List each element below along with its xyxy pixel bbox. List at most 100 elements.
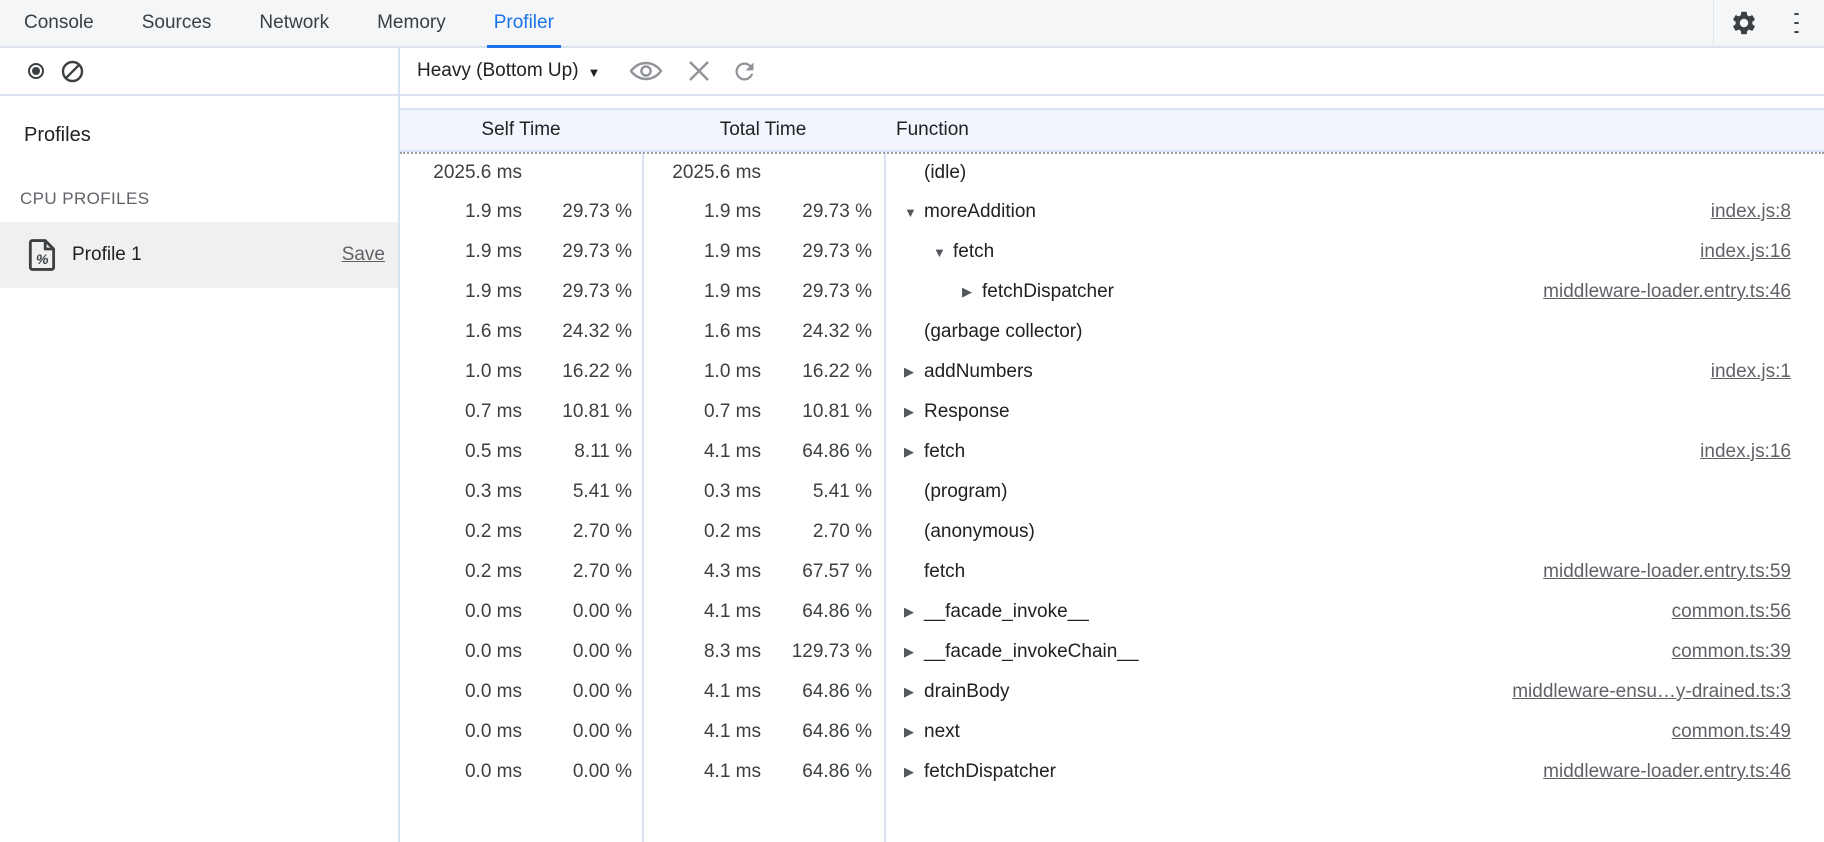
collapse-arrow-icon[interactable]: ▼ [933, 245, 953, 260]
column-header-total-time[interactable]: Total Time [642, 119, 884, 141]
source-location-link[interactable]: index.js:1 [1711, 361, 1824, 383]
function-name: (garbage collector) [924, 321, 1082, 343]
expand-arrow-icon[interactable]: ▶ [904, 684, 924, 700]
profile-row-moreaddition[interactable]: 1.9 ms29.73 %1.9 ms29.73 %▼moreAdditioni… [400, 192, 1824, 232]
self-time-cell: 1.9 ms29.73 % [400, 272, 642, 312]
function-cell: ▶addNumbersindex.js:1 [884, 352, 1824, 392]
function-name: (anonymous) [924, 521, 1035, 543]
source-location-link[interactable]: middleware-ensu…y-drained.ts:3 [1512, 681, 1824, 703]
total-time-cell: 1.9 ms29.73 % [642, 192, 884, 232]
total-time-cell: 4.1 ms64.86 % [642, 432, 884, 472]
panel-tabs: ConsoleSourcesNetworkMemoryProfiler [0, 0, 578, 46]
profile-row-fetchdispatcher[interactable]: 0.0 ms0.00 %4.1 ms64.86 %▶fetchDispatche… [400, 752, 1824, 792]
kebab-menu-icon[interactable] [1790, 9, 1802, 37]
profile-row-fetch[interactable]: 1.9 ms29.73 %1.9 ms29.73 %▼fetchindex.js… [400, 232, 1824, 272]
profiles-sidebar: Profiles CPU PROFILES % Profile 1 Save [0, 48, 400, 842]
profile-row-fetch[interactable]: 0.5 ms8.11 %4.1 ms64.86 % ▶fetch index.js:… [400, 432, 1824, 472]
profiles-toolbar [0, 48, 398, 96]
total-time-cell: 1.9 ms29.73 % [642, 272, 884, 312]
total-time-cell: 1.6 ms24.32 % [642, 312, 884, 352]
expand-arrow-icon[interactable]: ▶ [904, 404, 924, 420]
profile-document-icon: % [28, 239, 58, 271]
self-time-cell: 1.6 ms24.32 % [400, 312, 642, 352]
function-cell: ▶__facade_invokeChain__common.ts:39 [884, 632, 1824, 672]
source-location-link[interactable]: common.ts:56 [1672, 601, 1824, 623]
column-header-self-time[interactable]: Self Time [400, 119, 642, 141]
total-time-cell: 0.3 ms5.41 % [642, 472, 884, 512]
profile-row-fetch[interactable]: 0.2 ms2.70 %4.3 ms67.57 %fetchmiddleware… [400, 552, 1824, 592]
save-link[interactable]: Save [342, 244, 385, 266]
function-name: (program) [924, 481, 1007, 503]
profile-row-response[interactable]: 0.7 ms10.81 %0.7 ms10.81 %▶Response [400, 392, 1824, 432]
source-location-link[interactable]: middleware-loader.entry.ts:46 [1543, 761, 1824, 783]
record-icon[interactable] [24, 59, 48, 83]
profile-row-addnumbers[interactable]: 1.0 ms16.22 %1.0 ms16.22 %▶addNumbersind… [400, 352, 1824, 392]
function-cell: ▶fetch index.js:16 [884, 432, 1824, 472]
profile-list-item[interactable]: % Profile 1 Save [0, 222, 398, 288]
grid-rows: 2025.6 ms2025.6 ms(idle)1.9 ms29.73 %1.9… [400, 152, 1824, 792]
expand-arrow-icon[interactable]: ▶ [962, 284, 982, 300]
total-time-cell: 4.1 ms64.86 % [642, 712, 884, 752]
source-location-link[interactable]: index.js:8 [1711, 201, 1824, 223]
function-name: next [924, 721, 960, 743]
grid-header: Self Time Total Time Function [400, 108, 1824, 152]
profile-row-drainbody[interactable]: 0.0 ms0.00 %4.1 ms64.86 %▶drainBodymiddl… [400, 672, 1824, 712]
clear-icon[interactable] [60, 59, 84, 83]
tab-profiler[interactable]: Profiler [470, 0, 578, 46]
expand-arrow-icon[interactable]: ▶ [904, 644, 924, 660]
source-location-link[interactable]: middleware-loader.entry.ts:46 [1543, 281, 1824, 303]
function-name: fetch [924, 441, 965, 463]
self-time-cell: 1.0 ms16.22 % [400, 352, 642, 392]
expand-arrow-icon[interactable]: ▶ [904, 444, 924, 460]
gear-icon[interactable] [1730, 9, 1758, 37]
profiler-main-panel: Heavy (Bottom Up) ▼ Self Time To [400, 48, 1824, 842]
function-cell: ▶next common.ts:49 [884, 712, 1824, 752]
profile-row-facade-invoke[interactable]: 0.0 ms0.00 %4.1 ms64.86 %▶__facade_invok… [400, 592, 1824, 632]
refresh-icon[interactable] [731, 58, 758, 85]
devtools-window: ConsoleSourcesNetworkMemoryProfiler Prof… [0, 0, 1824, 842]
function-name: fetch [924, 561, 965, 583]
self-time-cell: 0.5 ms8.11 % [400, 432, 642, 472]
expand-arrow-icon[interactable]: ▶ [904, 724, 924, 740]
function-cell: ▼moreAdditionindex.js:8 [884, 192, 1824, 232]
source-location-link[interactable]: common.ts:49 [1672, 721, 1824, 743]
close-icon[interactable] [686, 58, 712, 84]
self-time-cell: 0.7 ms10.81 % [400, 392, 642, 432]
view-mode-dropdown[interactable]: Heavy (Bottom Up) ▼ [400, 48, 610, 94]
function-name: fetchDispatcher [924, 761, 1056, 783]
profile-row-fetchdispatcher[interactable]: 1.9 ms29.73 %1.9 ms29.73 %▶fetchDispatch… [400, 272, 1824, 312]
tab-console[interactable]: Console [0, 0, 118, 46]
source-location-link[interactable]: middleware-loader.entry.ts:59 [1543, 561, 1824, 583]
profile-data-grid: Self Time Total Time Function 2025.6 ms2… [400, 96, 1824, 842]
source-location-link[interactable]: index.js:16 [1700, 241, 1824, 263]
expand-arrow-icon[interactable]: ▶ [904, 604, 924, 620]
source-location-link[interactable]: common.ts:39 [1672, 641, 1824, 663]
column-header-function[interactable]: Function [884, 119, 1824, 141]
tabbar-right [1713, 0, 1824, 46]
self-time-cell: 0.0 ms0.00 % [400, 752, 642, 792]
tab-sources[interactable]: Sources [118, 0, 236, 46]
function-cell: ▶fetchDispatchermiddleware-loader.entry.… [884, 272, 1824, 312]
profile-row-next[interactable]: 0.0 ms0.00 %4.1 ms64.86 %▶nextcommon.ts:… [400, 712, 1824, 752]
eye-icon[interactable] [628, 58, 664, 84]
function-name: drainBody [924, 681, 1010, 703]
profile-row-program[interactable]: 0.3 ms5.41 %0.3 ms5.41 %(program) [400, 472, 1824, 512]
profile-row-garbage-collector[interactable]: 1.6 ms24.32 %1.6 ms24.32 % (garbage colle… [400, 312, 1824, 352]
tab-network[interactable]: Network [235, 0, 353, 46]
tab-memory[interactable]: Memory [353, 0, 470, 46]
collapse-arrow-icon[interactable]: ▼ [904, 205, 924, 220]
devtools-tabbar: ConsoleSourcesNetworkMemoryProfiler [0, 0, 1824, 48]
function-name: Response [924, 401, 1010, 423]
function-cell: fetch middleware-loader.entry.ts:59 [884, 552, 1824, 592]
profile-row-anonymous[interactable]: 0.2 ms2.70 %0.2 ms2.70 %(anonymous) [400, 512, 1824, 552]
total-time-cell: 0.2 ms2.70 % [642, 512, 884, 552]
total-time-cell: 1.0 ms16.22 % [642, 352, 884, 392]
profiler-view-toolbar: Heavy (Bottom Up) ▼ [400, 48, 1824, 96]
profile-row-facade-invokechain[interactable]: 0.0 ms0.00 %8.3 ms129.73 %▶__facade_invo… [400, 632, 1824, 672]
expand-arrow-icon[interactable]: ▶ [904, 364, 924, 380]
tabbar-separator [1713, 0, 1714, 47]
expand-arrow-icon[interactable]: ▶ [904, 764, 924, 780]
source-location-link[interactable]: index.js:16 [1700, 441, 1824, 463]
profile-row-idle[interactable]: 2025.6 ms2025.6 ms(idle) [400, 152, 1824, 192]
total-time-cell: 4.1 ms64.86 % [642, 592, 884, 632]
